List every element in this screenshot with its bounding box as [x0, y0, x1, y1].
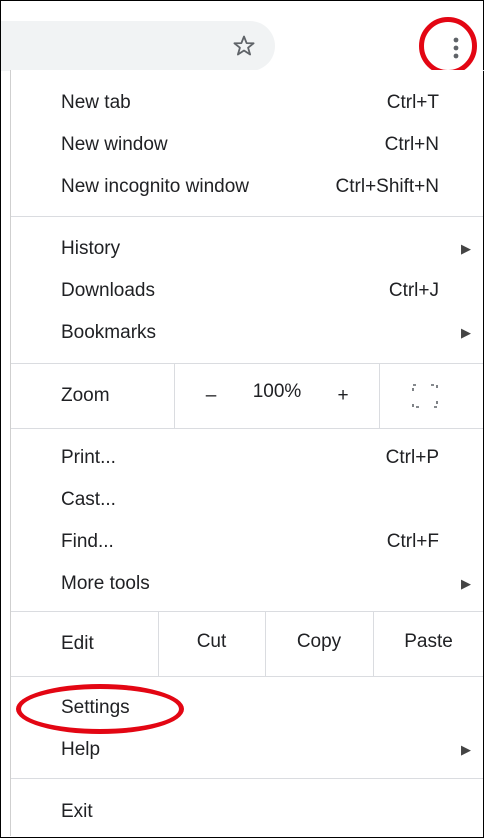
- browser-toolbar: [1, 1, 483, 75]
- cut-button[interactable]: Cut: [159, 612, 264, 676]
- menu-separator: [11, 428, 483, 429]
- submenu-arrow-icon: ▶: [461, 241, 471, 256]
- menu-item-label: History: [61, 238, 121, 259]
- zoom-row: Zoom – 100% +: [11, 364, 483, 428]
- menu-item-shortcut: Ctrl+Shift+N: [335, 176, 439, 197]
- submenu-arrow-icon: ▶: [461, 325, 471, 340]
- menu-item-bookmarks[interactable]: Bookmarks ▶: [11, 313, 483, 353]
- menu-item-label: New incognito window: [61, 176, 249, 197]
- menu-item-label: New tab: [61, 92, 131, 113]
- menu-item-shortcut: Ctrl+T: [386, 92, 439, 113]
- copy-button[interactable]: Copy: [266, 612, 372, 676]
- menu-item-label: Bookmarks: [61, 322, 157, 343]
- fullscreen-icon[interactable]: [403, 364, 447, 428]
- star-icon[interactable]: [229, 31, 259, 61]
- menu-item-shortcut: Ctrl+J: [388, 280, 439, 301]
- vertical-dots-icon[interactable]: [441, 31, 471, 65]
- menu-item-label: Cast...: [61, 489, 116, 510]
- menu-item-label: Downloads: [61, 280, 155, 301]
- menu-item-history[interactable]: History ▶: [11, 229, 483, 269]
- menu-separator: [11, 216, 483, 217]
- menu-item-label: Help: [61, 739, 101, 760]
- menu-item-shortcut: Ctrl+N: [384, 134, 439, 155]
- menu-item-new-incognito-window[interactable]: New incognito window Ctrl+Shift+N: [11, 167, 483, 207]
- chrome-main-menu: New tab Ctrl+T New window Ctrl+N New inc…: [10, 70, 483, 836]
- edit-row: Edit Cut Copy Paste: [11, 612, 483, 676]
- menu-item-downloads[interactable]: Downloads Ctrl+J: [11, 271, 483, 311]
- menu-item-find[interactable]: Find... Ctrl+F: [11, 522, 483, 562]
- menu-item-new-tab[interactable]: New tab Ctrl+T: [11, 83, 483, 123]
- menu-item-cast[interactable]: Cast...: [11, 480, 483, 520]
- menu-item-label: Print...: [61, 447, 116, 468]
- zoom-divider: [174, 364, 175, 428]
- edit-label: Edit: [61, 633, 94, 654]
- zoom-level: 100%: [252, 381, 302, 402]
- menu-item-help[interactable]: Help ▶: [11, 730, 483, 770]
- menu-item-shortcut: Ctrl+P: [385, 447, 439, 468]
- zoom-out-button[interactable]: –: [189, 364, 233, 428]
- submenu-arrow-icon: ▶: [461, 742, 471, 757]
- menu-item-label: New window: [61, 134, 168, 155]
- submenu-arrow-icon: ▶: [461, 576, 471, 591]
- zoom-label: Zoom: [61, 385, 110, 406]
- menu-item-print[interactable]: Print... Ctrl+P: [11, 438, 483, 478]
- menu-item-new-window[interactable]: New window Ctrl+N: [11, 125, 483, 165]
- menu-item-label: Exit: [61, 801, 93, 822]
- menu-item-exit[interactable]: Exit: [11, 792, 483, 832]
- menu-item-label: Find...: [61, 531, 114, 552]
- menu-separator: [11, 778, 483, 779]
- menu-item-settings[interactable]: Settings: [11, 688, 483, 728]
- menu-separator: [11, 676, 483, 677]
- menu-item-more-tools[interactable]: More tools ▶: [11, 564, 483, 604]
- zoom-divider: [379, 364, 380, 428]
- menu-item-shortcut: Ctrl+F: [386, 531, 439, 552]
- paste-button[interactable]: Paste: [374, 612, 483, 676]
- zoom-in-button[interactable]: +: [321, 364, 365, 428]
- menu-item-label: Settings: [61, 697, 130, 718]
- menu-item-label: More tools: [61, 573, 150, 594]
